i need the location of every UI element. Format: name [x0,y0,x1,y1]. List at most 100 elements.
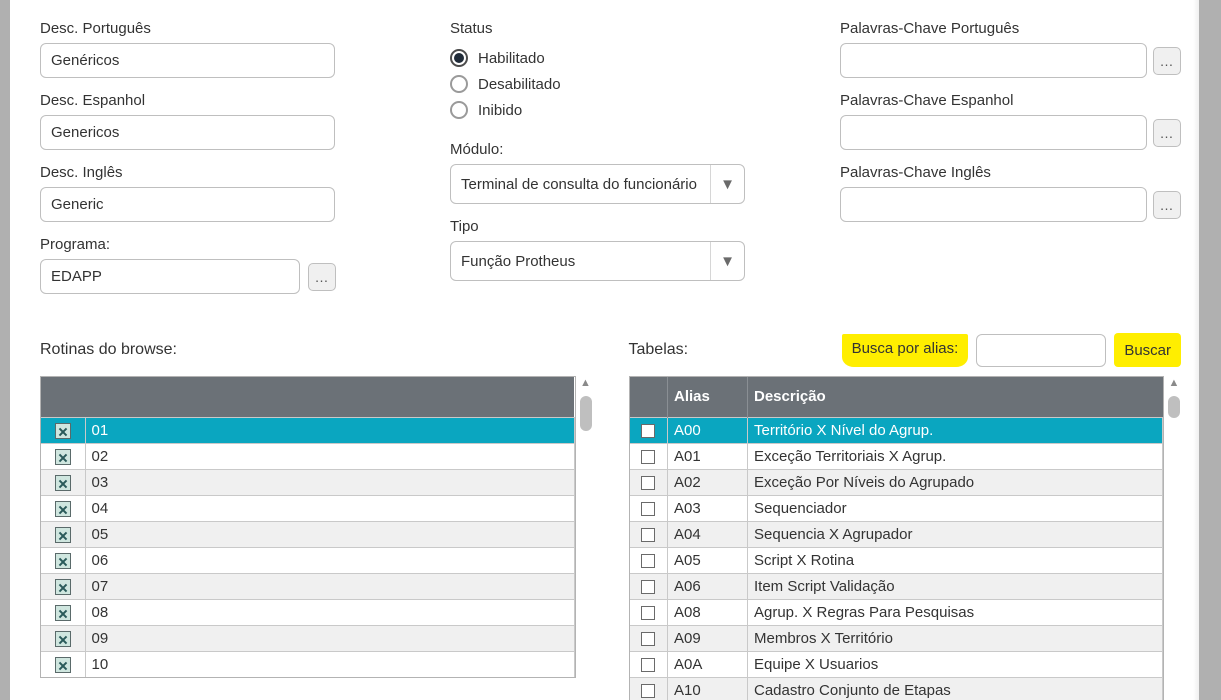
tabela-descricao-cell: Cadastro Conjunto de Etapas [748,677,1163,700]
desc-es-input[interactable] [40,115,335,150]
row-checkbox-cell[interactable] [630,443,668,469]
alias-search-group: Busca por alias: Buscar [842,333,1181,367]
status-radio-inibido[interactable]: Inibido [450,97,780,123]
rotina-code-cell: 06 [85,547,574,573]
tabelas-scrollbar[interactable]: ▲ [1167,376,1181,686]
table-row[interactable]: A10Cadastro Conjunto de Etapas [630,677,1163,700]
ellipsis-icon: … [1160,53,1175,69]
keywords-column: Palavras-Chave Português … Palavras-Chav… [840,20,1181,294]
table-row[interactable]: 03 [41,469,574,495]
ellipsis-icon: … [1160,125,1175,141]
radio-label: Inibido [478,102,522,119]
rotinas-scrollbar[interactable]: ▲ [579,376,593,676]
tabela-descricao-cell: Sequenciador [748,495,1163,521]
tabelas-grid[interactable]: Alias Descrição A00Território X Nível do… [629,376,1165,700]
table-row[interactable]: 09 [41,625,574,651]
table-row[interactable]: A09Membros X Território [630,625,1163,651]
row-checkbox-cell[interactable] [630,573,668,599]
desc-pt-label: Desc. Português [40,20,390,37]
tabelas-header-alias[interactable]: Alias [668,377,748,417]
alias-search-label: Busca por alias: [842,334,969,367]
programa-input[interactable] [40,259,300,294]
table-row[interactable]: 04 [41,495,574,521]
row-checkbox-cell[interactable] [630,677,668,700]
table-row[interactable]: 08 [41,599,574,625]
table-row[interactable]: A02Exceção Por Níveis do Agrupado [630,469,1163,495]
kw-en-lookup-button[interactable]: … [1153,191,1181,219]
row-checkbox-cell[interactable] [630,469,668,495]
rotinas-grid[interactable]: 01020304050607080910 [40,376,576,678]
desc-es-label: Desc. Espanhol [40,92,390,109]
row-checkbox-cell[interactable] [630,547,668,573]
table-row[interactable]: 07 [41,573,574,599]
tabela-alias-cell: A01 [668,443,748,469]
alias-search-input[interactable] [976,334,1106,367]
kw-en-input[interactable] [840,187,1147,222]
table-row[interactable]: A08Agrup. X Regras Para Pesquisas [630,599,1163,625]
rotina-code-cell: 03 [85,469,574,495]
row-checkbox-cell[interactable] [41,417,85,443]
table-row[interactable]: A00Território X Nível do Agrup. [630,417,1163,443]
checkbox-unchecked-icon [641,476,655,490]
checkbox-checked-icon [55,475,71,491]
row-checkbox-cell[interactable] [630,625,668,651]
tabelas-title: Tabelas: [629,341,689,359]
status-radio-habilitado[interactable]: Habilitado [450,45,780,71]
radio-icon [450,75,468,93]
table-row[interactable]: 06 [41,547,574,573]
tabelas-header-descricao[interactable]: Descrição [748,377,1163,417]
tabela-descricao-cell: Exceção Por Níveis do Agrupado [748,469,1163,495]
row-checkbox-cell[interactable] [630,521,668,547]
desc-pt-input[interactable] [40,43,335,78]
scroll-thumb[interactable] [580,396,592,431]
desc-en-input[interactable] [40,187,335,222]
status-radiogroup: HabilitadoDesabilitado Inibido [450,45,780,123]
row-checkbox-cell[interactable] [630,651,668,677]
checkbox-unchecked-icon [641,554,655,568]
rotina-code-cell: 01 [85,417,574,443]
tabelas-panel: Tabelas: Busca por alias: Buscar [629,334,1182,700]
kw-es-input[interactable] [840,115,1147,150]
table-row[interactable]: 05 [41,521,574,547]
ellipsis-icon: … [315,269,330,285]
row-checkbox-cell[interactable] [41,547,85,573]
row-checkbox-cell[interactable] [41,521,85,547]
row-checkbox-cell[interactable] [41,495,85,521]
kw-es-lookup-button[interactable]: … [1153,119,1181,147]
table-row[interactable]: A04Sequencia X Agrupador [630,521,1163,547]
kw-en-label: Palavras-Chave Inglês [840,164,1181,181]
programa-lookup-button[interactable]: … [308,263,336,291]
tipo-select[interactable]: Função Protheus ▼ [450,241,745,281]
table-row[interactable]: 10 [41,651,574,677]
right-shadow [1193,0,1199,700]
kw-pt-input[interactable] [840,43,1147,78]
table-row[interactable]: A05Script X Rotina [630,547,1163,573]
row-checkbox-cell[interactable] [41,443,85,469]
checkbox-checked-icon [55,631,71,647]
checkbox-checked-icon [55,501,71,517]
row-checkbox-cell[interactable] [41,469,85,495]
scroll-thumb[interactable] [1168,396,1180,418]
row-checkbox-cell[interactable] [41,573,85,599]
checkbox-checked-icon [55,605,71,621]
kw-pt-lookup-button[interactable]: … [1153,47,1181,75]
table-row[interactable]: A03Sequenciador [630,495,1163,521]
row-checkbox-cell[interactable] [41,599,85,625]
status-radio-desabilitado[interactable]: Desabilitado [450,71,780,97]
tabela-alias-cell: A03 [668,495,748,521]
row-checkbox-cell[interactable] [630,417,668,443]
row-checkbox-cell[interactable] [41,651,85,677]
tabela-alias-cell: A06 [668,573,748,599]
row-checkbox-cell[interactable] [630,495,668,521]
alias-search-button[interactable]: Buscar [1114,333,1181,367]
table-row[interactable]: A06Item Script Validação [630,573,1163,599]
row-checkbox-cell[interactable] [630,599,668,625]
table-row[interactable]: A0AEquipe X Usuarios [630,651,1163,677]
rotina-code-cell: 10 [85,651,574,677]
table-row[interactable]: A01Exceção Territoriais X Agrup. [630,443,1163,469]
modulo-select[interactable]: Terminal de consulta do funcionário ▼ [450,164,745,204]
table-row[interactable]: 02 [41,443,574,469]
table-row[interactable]: 01 [41,417,574,443]
status-column: Status HabilitadoDesabilitadoInibido Mód… [450,20,780,294]
row-checkbox-cell[interactable] [41,625,85,651]
